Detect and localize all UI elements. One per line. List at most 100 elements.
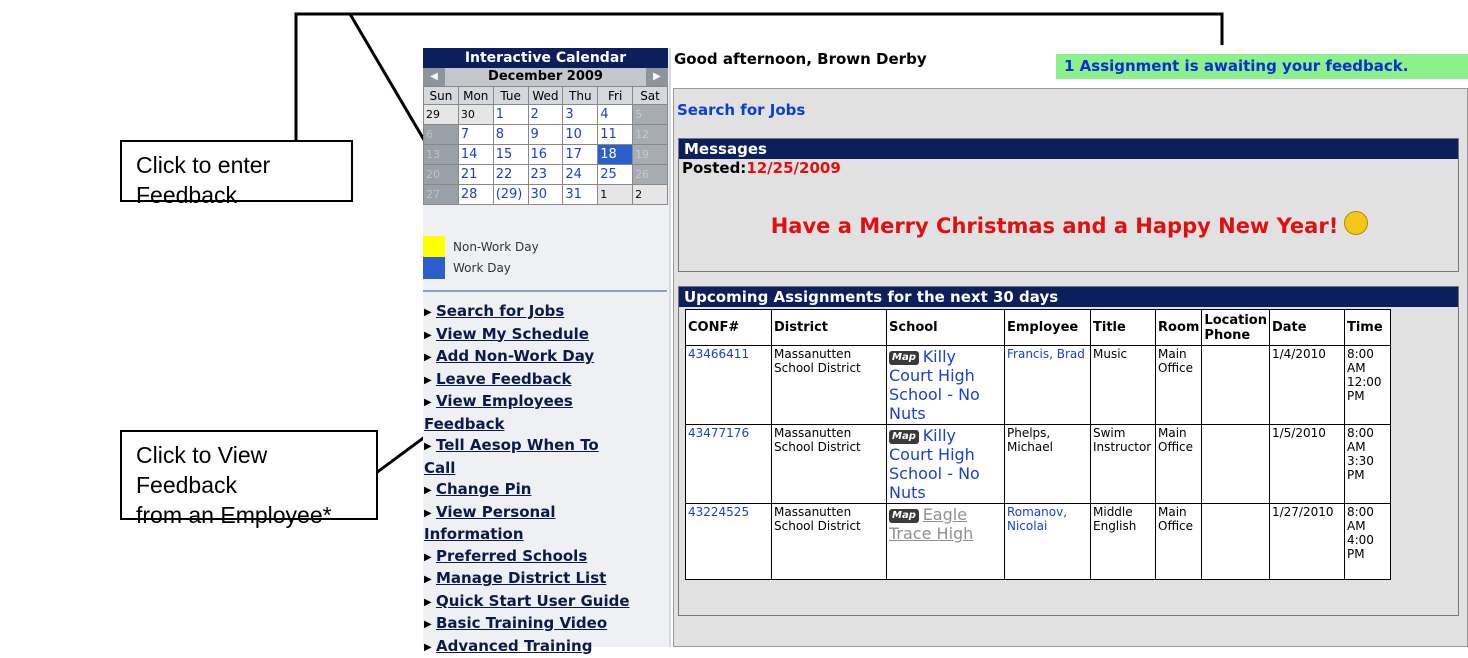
calendar-day[interactable]: 5 bbox=[633, 105, 668, 125]
column-header[interactable]: Location Phone bbox=[1202, 310, 1270, 346]
column-header[interactable]: Employee bbox=[1005, 310, 1091, 346]
callout-view-feedback: Click to View Feedback from an Employee* bbox=[120, 430, 378, 520]
calendar-day[interactable]: 2 bbox=[633, 185, 668, 205]
nav-basic-training-video[interactable]: ▶Basic Training Video bbox=[424, 613, 668, 636]
employee-cell: Phelps, Michael bbox=[1005, 425, 1091, 504]
legend-work-label: Work Day bbox=[453, 261, 511, 275]
calendar-day[interactable]: 10 bbox=[563, 125, 598, 145]
nav-label: Leave Feedback bbox=[436, 370, 571, 388]
conf-link[interactable]: 43466411 bbox=[686, 346, 772, 425]
calendar-day-today[interactable]: 18 bbox=[598, 145, 633, 165]
nav-arrow-icon: ▶ bbox=[424, 547, 436, 569]
map-icon[interactable]: Map bbox=[889, 509, 919, 523]
calendar-day[interactable]: 9 bbox=[528, 125, 563, 145]
calendar-day[interactable]: 2 bbox=[528, 105, 563, 125]
calendar-day[interactable]: 19 bbox=[633, 145, 668, 165]
nav-quick-start-user-guide[interactable]: ▶Quick Start User Guide bbox=[424, 591, 668, 614]
employee-link[interactable]: Romanov, Nicolai bbox=[1005, 504, 1091, 580]
calendar-day[interactable]: 21 bbox=[458, 165, 493, 185]
column-header[interactable]: Time bbox=[1344, 310, 1390, 346]
calendar-day[interactable]: 4 bbox=[598, 105, 633, 125]
calendar-day[interactable]: 24 bbox=[563, 165, 598, 185]
calendar-day[interactable]: 20 bbox=[424, 165, 459, 185]
nav-manage-district-list[interactable]: ▶Manage District List bbox=[424, 568, 668, 591]
calendar-day[interactable]: 6 bbox=[424, 125, 459, 145]
room-cell: Main Office bbox=[1156, 504, 1202, 580]
calendar-day[interactable]: 12 bbox=[633, 125, 668, 145]
map-icon[interactable]: Map bbox=[889, 430, 919, 444]
nav-search-for-jobs[interactable]: ▶Search for Jobs bbox=[424, 301, 668, 324]
calendar-day[interactable]: 8 bbox=[493, 125, 528, 145]
calendar-day[interactable]: 1 bbox=[493, 105, 528, 125]
calendar-day[interactable]: 25 bbox=[598, 165, 633, 185]
feedback-notice-link[interactable]: 1 Assignment is awaiting your feedback. bbox=[1056, 54, 1468, 79]
calendar-day[interactable]: 16 bbox=[528, 145, 563, 165]
calendar-day[interactable]: 22 bbox=[493, 165, 528, 185]
calendar-day[interactable]: (29) bbox=[493, 185, 528, 205]
date-cell: 1/4/2010 bbox=[1269, 346, 1344, 425]
calendar-day[interactable]: 11 bbox=[598, 125, 633, 145]
map-icon[interactable]: Map bbox=[889, 351, 919, 365]
search-for-jobs-link[interactable]: Search for Jobs bbox=[677, 101, 805, 119]
day-header: Sat bbox=[633, 87, 668, 105]
column-header[interactable]: Room bbox=[1156, 310, 1202, 346]
prev-month-icon[interactable]: ◀ bbox=[423, 68, 445, 86]
nav-label: Feedback bbox=[424, 415, 504, 433]
sidebar-divider bbox=[669, 48, 671, 647]
day-header: Sun bbox=[424, 87, 459, 105]
next-month-icon[interactable]: ▶ bbox=[646, 68, 668, 86]
calendar-day[interactable]: 1 bbox=[598, 185, 633, 205]
conf-link[interactable]: 43224525 bbox=[686, 504, 772, 580]
district-cell: Massanutten School District bbox=[772, 504, 887, 580]
day-header: Thu bbox=[563, 87, 598, 105]
column-header[interactable]: Date bbox=[1269, 310, 1344, 346]
callout-enter-feedback-text: Click to enter Feedback bbox=[136, 152, 270, 208]
day-header: Wed bbox=[528, 87, 563, 105]
calendar-day[interactable]: 13 bbox=[424, 145, 459, 165]
day-header: Mon bbox=[458, 87, 493, 105]
nav-label: View Employees bbox=[436, 392, 573, 410]
calendar-month-bar: ◀ December 2009 ▶ bbox=[423, 68, 668, 86]
school-cell: Map Killy Court High School - No Nuts bbox=[887, 346, 1005, 425]
calendar-day[interactable]: 30 bbox=[458, 105, 493, 125]
conf-link[interactable]: 43477176 bbox=[686, 425, 772, 504]
nav-arrow-icon: ▶ bbox=[424, 569, 436, 591]
calendar-day[interactable]: 7 bbox=[458, 125, 493, 145]
nav-view-personal-information[interactable]: ▶View PersonalInformation bbox=[424, 502, 668, 546]
sidebar-rule bbox=[423, 290, 667, 292]
nav-leave-feedback[interactable]: ▶Leave Feedback bbox=[424, 369, 668, 392]
calendar-day[interactable]: 27 bbox=[424, 185, 459, 205]
employee-link[interactable]: Francis, Brad bbox=[1005, 346, 1091, 425]
calendar-day[interactable]: 23 bbox=[528, 165, 563, 185]
calendar-day[interactable]: 3 bbox=[563, 105, 598, 125]
assignments-panel: Upcoming Assignments for the next 30 day… bbox=[678, 286, 1459, 616]
calendar-day[interactable]: 30 bbox=[528, 185, 563, 205]
nav-add-non-work-day[interactable]: ▶Add Non-Work Day bbox=[424, 346, 668, 369]
nav-label: View My Schedule bbox=[436, 325, 589, 343]
calendar-day[interactable]: 29 bbox=[424, 105, 459, 125]
nav-view-employees-feedback[interactable]: ▶View EmployeesFeedback bbox=[424, 391, 668, 435]
column-header[interactable]: School bbox=[887, 310, 1005, 346]
column-header[interactable]: District bbox=[772, 310, 887, 346]
calendar-day[interactable]: 31 bbox=[563, 185, 598, 205]
callout-enter-feedback: Click to enter Feedback bbox=[120, 140, 353, 202]
messages-panel: Messages Posted:12/25/2009 Have a Merry … bbox=[678, 138, 1459, 272]
column-header[interactable]: CONF# bbox=[686, 310, 772, 346]
nav-tell-aesop-when-to-call[interactable]: ▶Tell Aesop When ToCall bbox=[424, 435, 668, 479]
column-header[interactable]: Title bbox=[1091, 310, 1156, 346]
message-text-row: Have a Merry Christmas and a Happy New Y… bbox=[679, 211, 1460, 238]
nav-label: Basic Training Video bbox=[436, 614, 607, 632]
calendar-day[interactable]: 17 bbox=[563, 145, 598, 165]
calendar-day[interactable]: 14 bbox=[458, 145, 493, 165]
nav-change-pin[interactable]: ▶Change Pin bbox=[424, 479, 668, 502]
phone-cell bbox=[1202, 346, 1270, 425]
nav-preferred-schools[interactable]: ▶Preferred Schools bbox=[424, 546, 668, 569]
calendar-day[interactable]: 15 bbox=[493, 145, 528, 165]
nav-view-my-schedule[interactable]: ▶View My Schedule bbox=[424, 324, 668, 347]
work-swatch bbox=[423, 257, 445, 279]
calendar-day[interactable]: 28 bbox=[458, 185, 493, 205]
sidebar-nav: ▶Search for Jobs ▶View My Schedule ▶Add … bbox=[424, 301, 668, 658]
time-cell: 8:00 AM 3:30 PM bbox=[1344, 425, 1390, 504]
calendar-day[interactable]: 26 bbox=[633, 165, 668, 185]
date-cell: 1/27/2010 bbox=[1269, 504, 1344, 580]
